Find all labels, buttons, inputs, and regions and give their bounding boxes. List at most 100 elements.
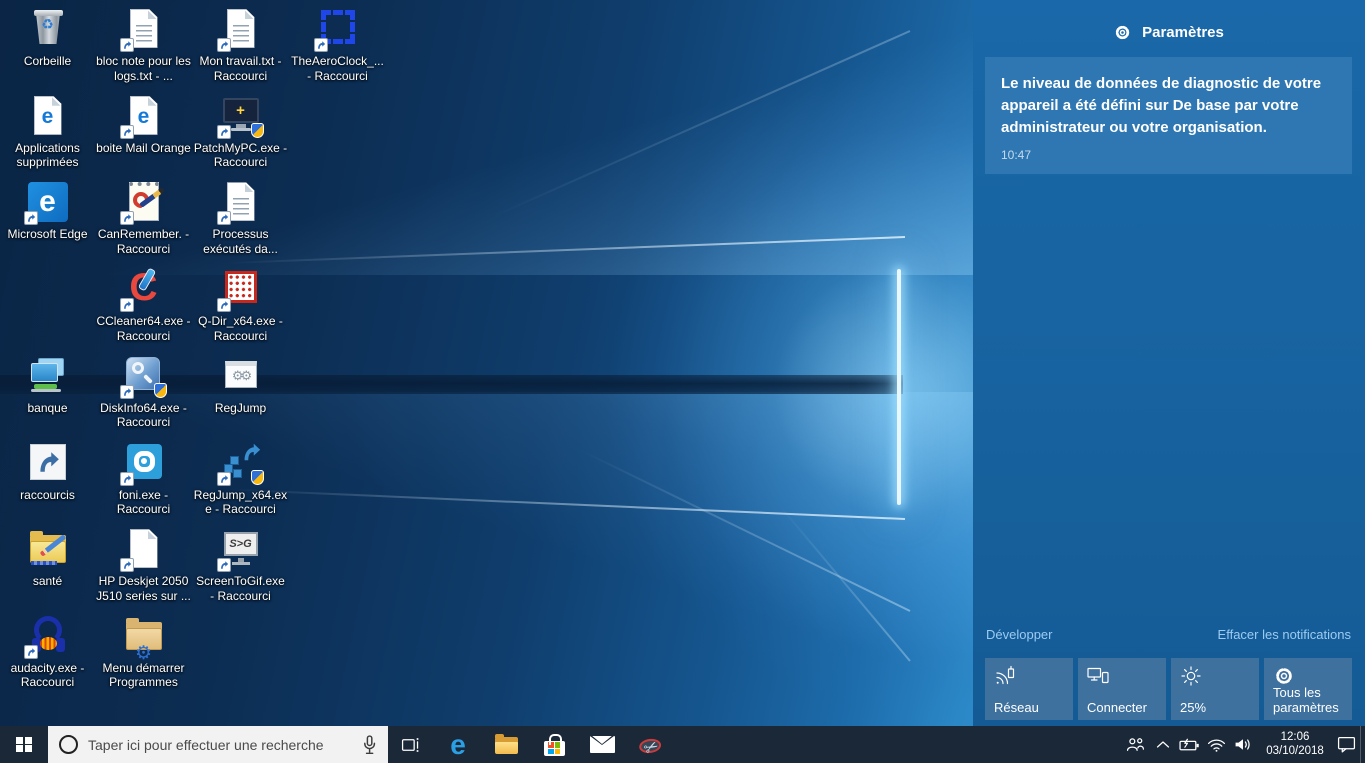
pinned-apps: e✂ (434, 726, 674, 763)
desktop-icon[interactable]: +PatchMyPC.exe - Raccourci (193, 93, 288, 170)
shortcut-arrow-badge (120, 385, 134, 399)
desktop-icon[interactable]: Processus exécutés da... (193, 179, 288, 256)
aeroclock-icon (314, 6, 362, 52)
regjump-icon: ⚙⚙ (217, 353, 265, 399)
edge-page-icon: e (120, 93, 168, 139)
wallpaper-light-ray (736, 454, 911, 662)
shortcut-arrow-glyph (219, 213, 229, 223)
taskbar: Taper ici pour effectuer une recherche e… (0, 726, 1365, 763)
desktop-icon[interactable]: HP Deskjet 2050 J510 series sur ... (96, 526, 191, 603)
people-button[interactable] (1122, 726, 1149, 763)
gear-icon (1114, 24, 1131, 41)
notification-time: 10:47 (1001, 148, 1334, 162)
shortcut-arrow-glyph (26, 213, 36, 223)
desktop-icon[interactable]: TheAeroClock_... - Raccourci (290, 6, 385, 83)
desktop-icon-label: santé (0, 574, 95, 589)
show-desktop-button[interactable] (1360, 726, 1365, 763)
desktop-icon[interactable]: foni.exe - Raccourci (96, 440, 191, 517)
desktop-icon[interactable]: audacity.exe - Raccourci (0, 613, 95, 690)
shortcut-arrow-glyph (219, 474, 229, 484)
desktop-icon[interactable]: santé (0, 526, 95, 589)
desktop-icon-label: bloc note pour les logs.txt - ... (96, 54, 191, 83)
shortcut-arrow-badge (24, 645, 38, 659)
regjump64-icon (217, 440, 265, 486)
quick-action-tile[interactable]: 25% (1171, 658, 1259, 720)
shortcut-arrow-glyph (219, 300, 229, 310)
shortcut-arrow-glyph (35, 449, 61, 475)
notification-card[interactable]: Le niveau de données de diagnostic de vo… (985, 57, 1352, 174)
desktop-icon[interactable]: DiskInfo64.exe - Raccourci (96, 353, 191, 430)
microphone-icon[interactable] (362, 735, 377, 755)
taskbar-app-mail-icon[interactable] (578, 726, 626, 763)
desktop-icon[interactable]: raccourcis (0, 440, 95, 503)
battery-button[interactable] (1176, 726, 1203, 763)
clock[interactable]: 12:06 03/10/2018 (1257, 726, 1333, 763)
desktop-icon[interactable]: banque (0, 353, 95, 416)
banque-icon (24, 353, 72, 399)
system-tray: 12:06 03/10/2018 (1122, 726, 1365, 763)
desktop-icon-label: Applications supprimées (0, 141, 95, 170)
quick-action-label: Connecter (1087, 700, 1163, 715)
desktop-icon-label: ScreenToGif.exe - Raccourci (193, 574, 288, 603)
battery-charging-icon (1179, 738, 1200, 751)
desktop-icon[interactable]: Mon travail.txt - Raccourci (193, 6, 288, 83)
desktop-icon-label: Q-Dir_x64.exe - Raccourci (193, 314, 288, 343)
text-file-icon (217, 6, 265, 52)
volume-button[interactable] (1230, 726, 1257, 763)
quick-action-label: 25% (1180, 700, 1256, 715)
wallpaper-light-ray (469, 395, 910, 612)
taskbar-app-store-icon[interactable] (530, 726, 578, 763)
clear-notifications-link[interactable]: Effacer les notifications (1218, 627, 1351, 642)
shortcut-arrow-badge (120, 38, 134, 52)
desktop-icon[interactable]: Q-Dir_x64.exe - Raccourci (193, 266, 288, 343)
network-button[interactable] (1203, 726, 1230, 763)
shortcut-arrow-badge (217, 125, 231, 139)
desktop-icon[interactable]: RegJump_x64.exe - Raccourci (193, 440, 288, 517)
shortcut-arrow-glyph (122, 300, 132, 310)
sante-folder-icon (24, 526, 72, 572)
blank-file-icon (120, 526, 168, 572)
task-view-button[interactable] (388, 726, 434, 763)
expand-link[interactable]: Développer (986, 627, 1053, 642)
desktop-icon[interactable]: ♻ Corbeille (0, 6, 95, 69)
desktop-icon[interactable]: eMicrosoft Edge (0, 179, 95, 242)
quick-action-tile[interactable]: Connecter (1078, 658, 1166, 720)
text-file-icon (120, 6, 168, 52)
notification-group-header[interactable]: Paramètres (973, 24, 1365, 41)
desktop-icon[interactable]: ⚙Menu démarrer Programmes (96, 613, 191, 690)
desktop-icon[interactable]: S>GScreenToGif.exe - Raccourci (193, 526, 288, 603)
search-input[interactable]: Taper ici pour effectuer une recherche (48, 726, 388, 763)
search-placeholder: Taper ici pour effectuer une recherche (88, 737, 324, 753)
desktop-icon-label: Microsoft Edge (0, 227, 95, 242)
action-center-button[interactable] (1333, 726, 1360, 763)
taskbar-app-snipping-tool-icon[interactable]: ✂ (626, 726, 674, 763)
ccleaner-icon: C (120, 266, 168, 312)
notification-group-title: Paramètres (1142, 24, 1224, 41)
qdir-icon (217, 266, 265, 312)
screentogif-icon: S>G (217, 526, 265, 572)
shortcut-arrow-glyph (122, 213, 132, 223)
desktop-icon[interactable]: eboite Mail Orange (96, 93, 191, 156)
shortcut-arrow-glyph (122, 127, 132, 137)
tray-overflow-button[interactable] (1149, 726, 1176, 763)
quick-action-tile[interactable]: Réseau (985, 658, 1073, 720)
shortcut-arrow-glyph (122, 474, 132, 484)
desktop-icon[interactable]: bloc note pour les logs.txt - ... (96, 6, 191, 83)
desktop-icon-label: audacity.exe - Raccourci (0, 661, 95, 690)
desktop-icon[interactable]: eApplications supprimées (0, 93, 95, 170)
windows-logo-icon (16, 737, 32, 753)
taskbar-app-file-explorer-icon[interactable] (482, 726, 530, 763)
desktop-icon-label: Corbeille (0, 54, 95, 69)
desktop-icon-label: CCleaner64.exe - Raccourci (96, 314, 191, 343)
recycle-bin-icon: ♻ (24, 6, 72, 52)
taskbar-app-edge-icon[interactable]: e (434, 726, 482, 763)
start-button[interactable] (0, 726, 48, 763)
desktop-icon[interactable]: ⚙⚙RegJump (193, 353, 288, 416)
cortana-icon (59, 735, 78, 754)
windows-desktop-screen: ♻ Corbeillebloc note pour les logs.txt - … (0, 0, 1365, 763)
shortcut-arrow-badge (120, 558, 134, 572)
quick-action-tile[interactable]: Tous les paramètres (1264, 658, 1352, 720)
shortcut-arrow-badge (217, 298, 231, 312)
desktop-icon[interactable]: CCCleaner64.exe - Raccourci (96, 266, 191, 343)
desktop-icon[interactable]: CanRemember. - Raccourci (96, 179, 191, 256)
